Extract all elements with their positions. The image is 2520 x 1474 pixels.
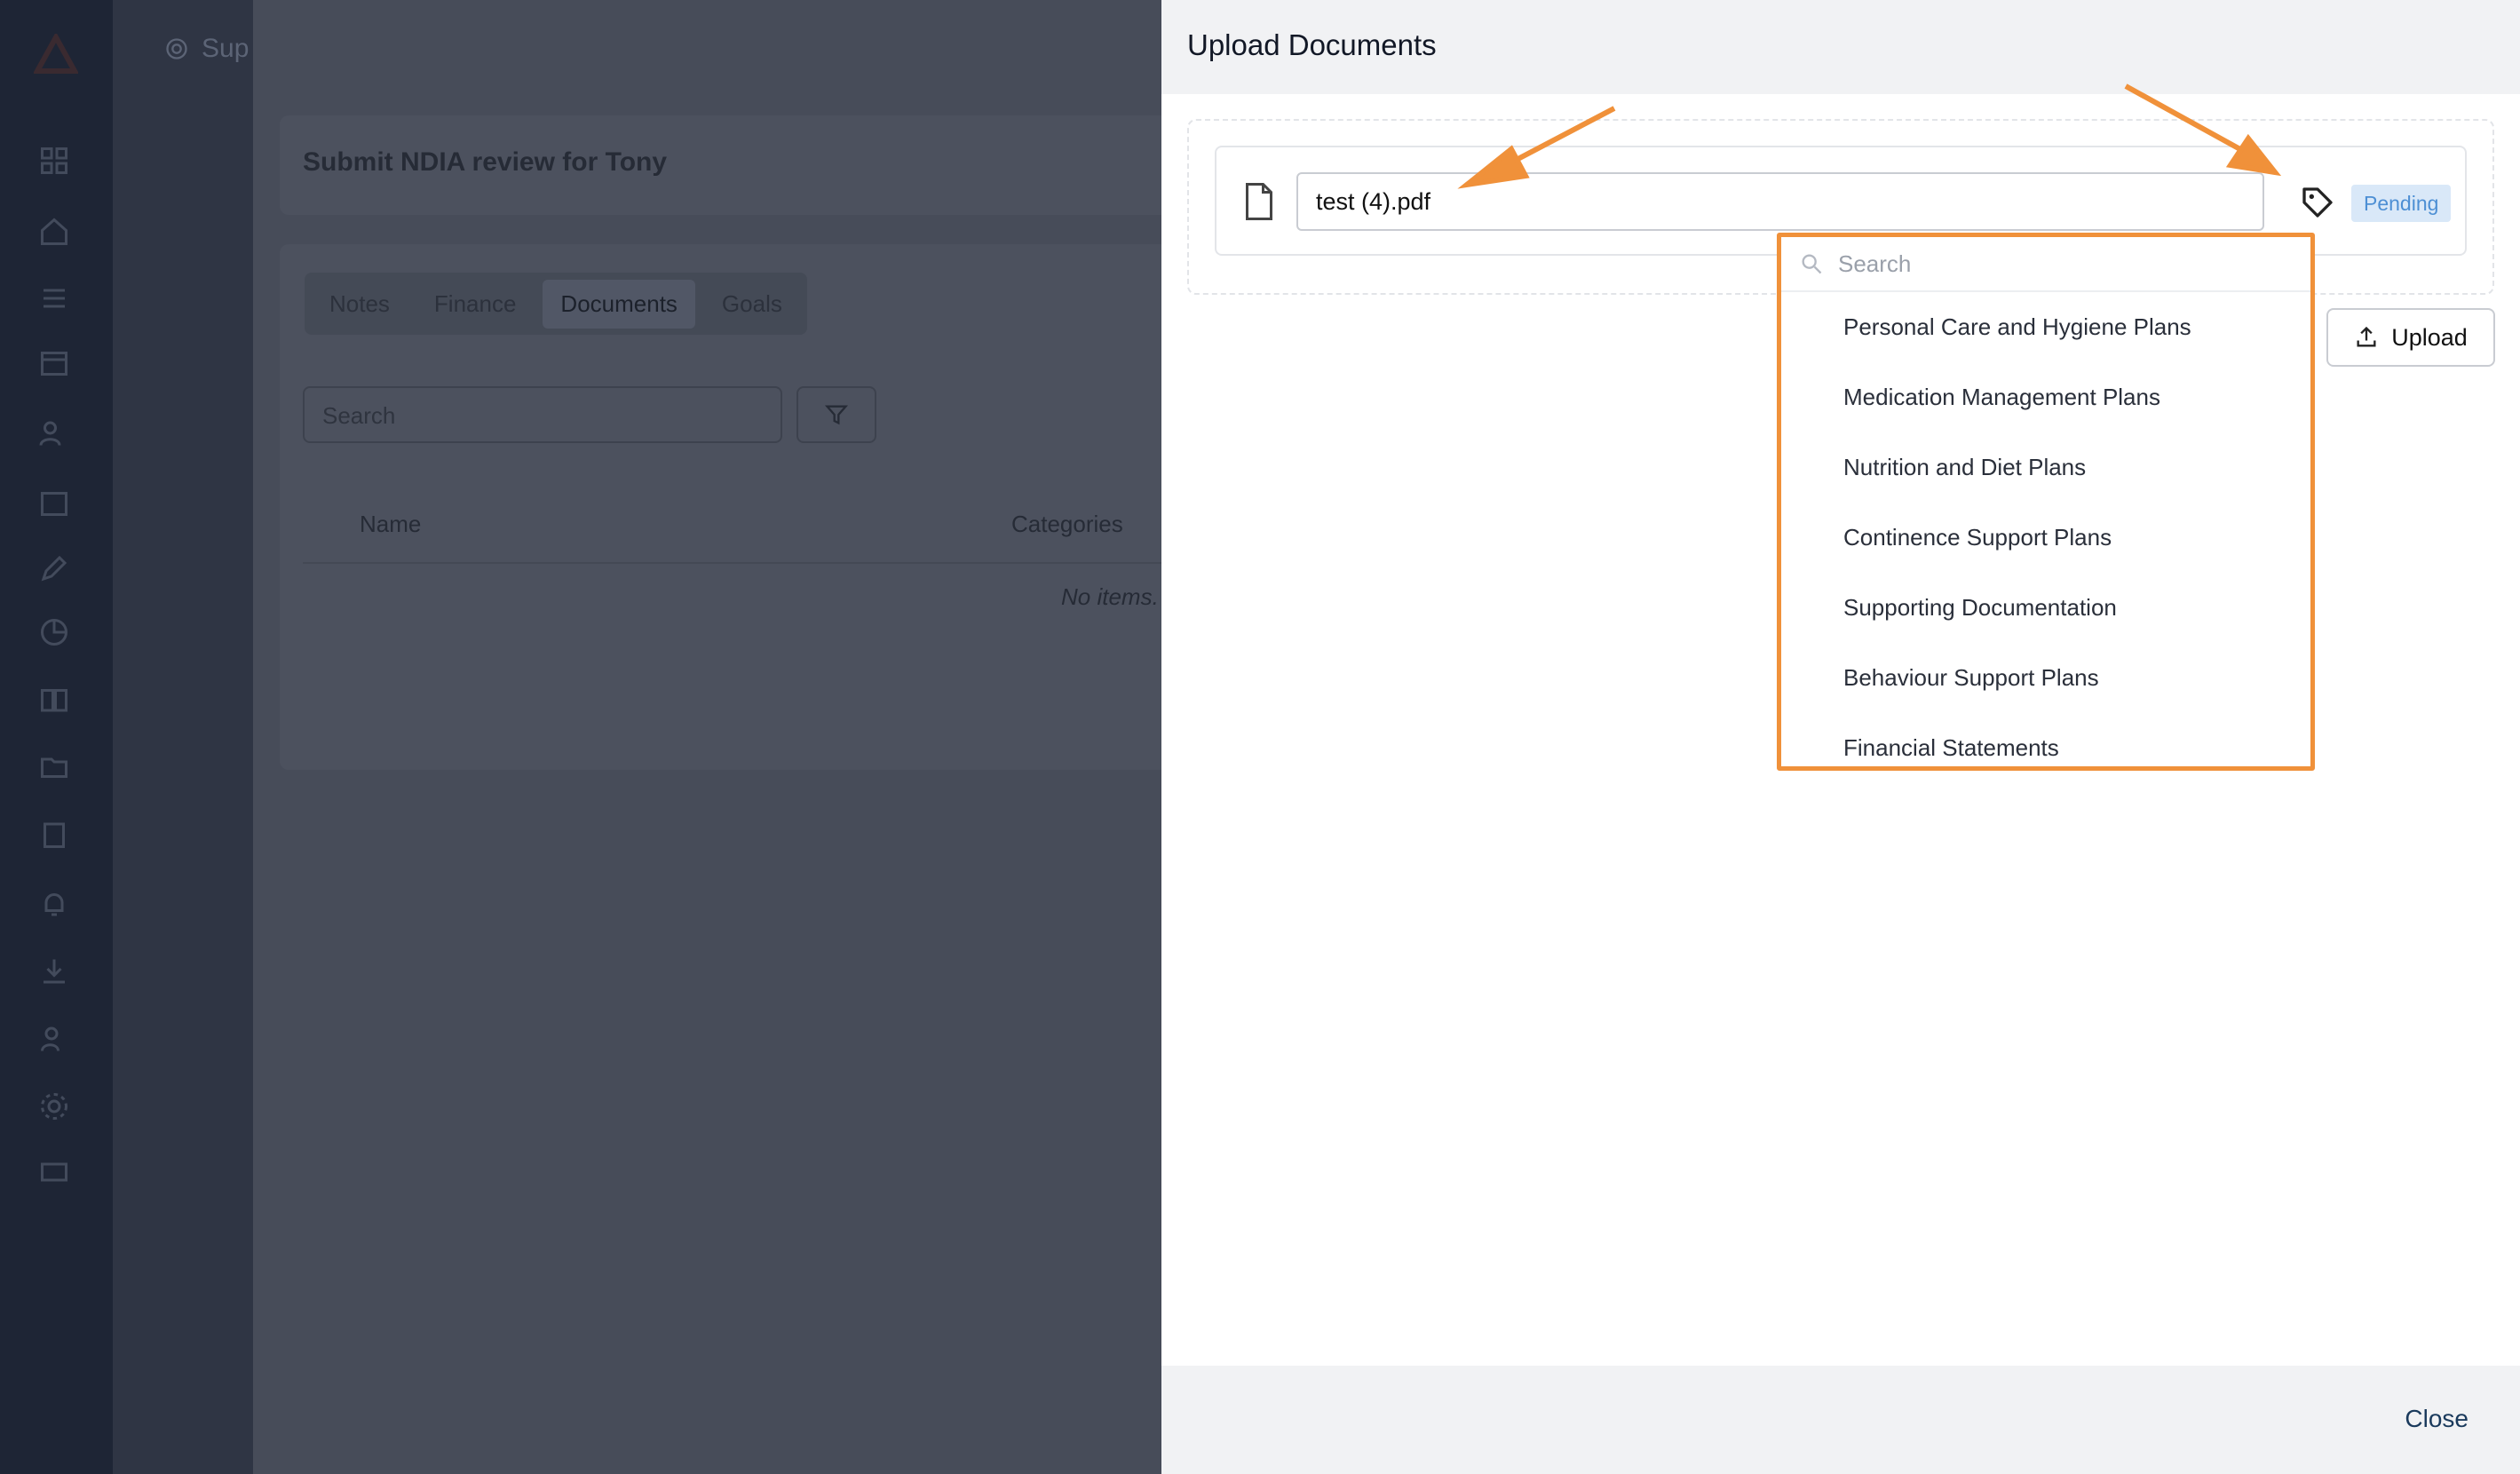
file-icon <box>1246 183 1272 220</box>
page-title-card: Submit NDIA review for Tony <box>280 115 1256 215</box>
sub-navigation: Sup <box>113 0 253 1474</box>
filter-button[interactable] <box>796 386 876 443</box>
tag-icon[interactable] <box>2300 185 2335 220</box>
home-icon[interactable] <box>38 216 70 248</box>
clipboard-icon[interactable] <box>38 819 70 851</box>
drawer-header: Upload Documents <box>1161 0 2520 94</box>
app-logo <box>34 34 78 74</box>
category-option[interactable]: Personal Care and Hygiene Plans <box>1781 292 2310 362</box>
upload-button[interactable]: Upload <box>2326 308 2495 367</box>
book-icon[interactable] <box>38 684 70 716</box>
gear-icon[interactable] <box>38 1090 70 1122</box>
category-options: Personal Care and Hygiene Plans Medicati… <box>1781 292 2310 766</box>
list-icon[interactable] <box>38 282 70 314</box>
download-icon[interactable] <box>38 955 70 987</box>
folder-icon[interactable] <box>38 751 70 783</box>
schedule-icon[interactable] <box>38 487 70 519</box>
page-title: Submit NDIA review for Tony <box>303 147 668 177</box>
category-search <box>1781 237 2310 292</box>
category-dropdown: Personal Care and Hygiene Plans Medicati… <box>1777 233 2315 771</box>
file-name-input[interactable] <box>1296 172 2264 231</box>
documents-card: Notes Finance Documents Goals Search Nam… <box>280 244 1256 770</box>
chart-pie-icon[interactable] <box>38 616 70 648</box>
category-option[interactable]: Supporting Documentation <box>1781 573 2310 643</box>
column-header-name[interactable]: Name <box>360 511 421 538</box>
upload-icon <box>2357 326 2376 347</box>
category-search-input[interactable] <box>1838 244 2282 283</box>
edit-icon[interactable] <box>38 552 70 584</box>
filter-icon <box>824 405 849 425</box>
bell-icon[interactable] <box>38 888 70 920</box>
support-icon <box>166 38 187 59</box>
calendar-icon[interactable] <box>38 346 70 378</box>
card-icon[interactable] <box>38 1156 70 1188</box>
close-button[interactable]: Close <box>2405 1405 2468 1433</box>
users-icon[interactable] <box>38 417 70 449</box>
upload-documents-drawer: Upload Documents Pending Upload Personal… <box>1161 0 2520 1474</box>
tab-goals[interactable]: Goals <box>704 280 800 329</box>
user-settings-icon[interactable] <box>38 1023 70 1055</box>
search-icon <box>1802 254 1822 274</box>
dashboard-icon[interactable] <box>38 145 70 177</box>
nav-rail <box>0 0 113 1474</box>
upload-button-label: Upload <box>2391 323 2468 351</box>
tab-finance[interactable]: Finance <box>416 280 535 329</box>
documents-search-input[interactable]: Search <box>303 386 782 443</box>
category-option[interactable]: Continence Support Plans <box>1781 503 2310 573</box>
drawer-footer: Close <box>1161 1366 2520 1474</box>
category-option[interactable]: Medication Management Plans <box>1781 362 2310 432</box>
subnav-item-label: Sup <box>202 34 250 63</box>
tab-bar: Notes Finance Documents Goals <box>305 273 807 335</box>
table-header: Name Categories <box>303 484 1256 564</box>
category-option[interactable]: Nutrition and Diet Plans <box>1781 432 2310 503</box>
drawer-title: Upload Documents <box>1187 28 1437 61</box>
category-option[interactable]: Financial Statements <box>1781 713 2310 766</box>
tab-notes[interactable]: Notes <box>312 280 408 329</box>
tab-documents[interactable]: Documents <box>543 279 695 329</box>
category-option[interactable]: Behaviour Support Plans <box>1781 643 2310 713</box>
status-badge: Pending <box>2351 185 2452 222</box>
column-header-categories[interactable]: Categories <box>1011 511 1123 538</box>
subnav-item[interactable]: Sup <box>164 34 249 64</box>
empty-state-text: No items. <box>1061 583 1159 610</box>
